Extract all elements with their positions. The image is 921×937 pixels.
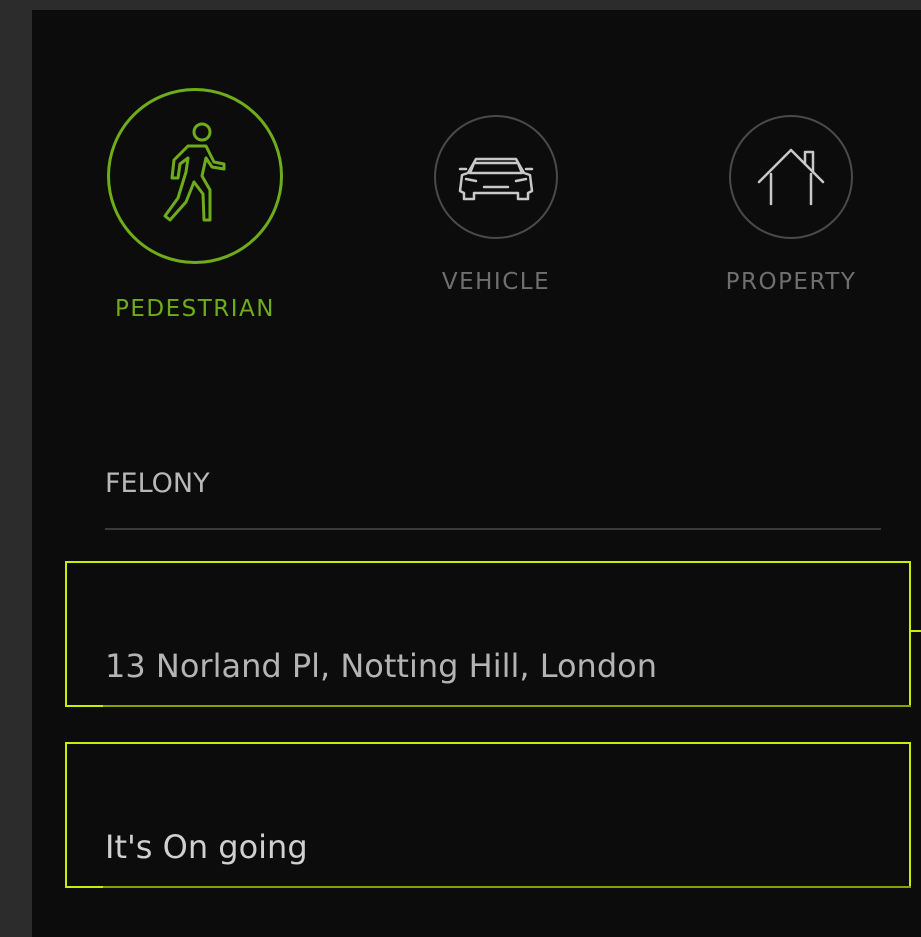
category-label: VEHICLE	[441, 269, 551, 295]
property-icon-circle	[729, 115, 853, 239]
crime-type-value[interactable]: FELONY	[105, 468, 210, 499]
status-field[interactable]: It's On going	[65, 742, 911, 888]
category-pedestrian[interactable]: PEDESTRIAN	[105, 88, 285, 322]
car-icon	[458, 157, 534, 201]
status-underline	[103, 886, 911, 888]
crime-type-underline	[105, 528, 881, 530]
vehicle-icon-circle	[434, 115, 558, 239]
pedestrian-icon	[163, 122, 226, 222]
category-vehicle[interactable]: VEHICLE	[432, 115, 560, 295]
incident-form: PEDESTRIAN VEHICLE PROPERTY FELONY 13 No…	[32, 10, 921, 937]
location-field-connector	[910, 630, 921, 632]
location-input[interactable]: 13 Norland Pl, Notting Hill, London	[105, 647, 657, 685]
category-label: PEDESTRIAN	[115, 296, 275, 322]
location-underline	[103, 705, 911, 707]
status-input[interactable]: It's On going	[105, 828, 308, 866]
category-property[interactable]: PROPERTY	[701, 115, 881, 295]
house-icon	[757, 148, 825, 206]
location-field[interactable]: 13 Norland Pl, Notting Hill, London	[65, 561, 911, 707]
category-label: PROPERTY	[725, 269, 857, 295]
pedestrian-icon-circle	[107, 88, 283, 264]
